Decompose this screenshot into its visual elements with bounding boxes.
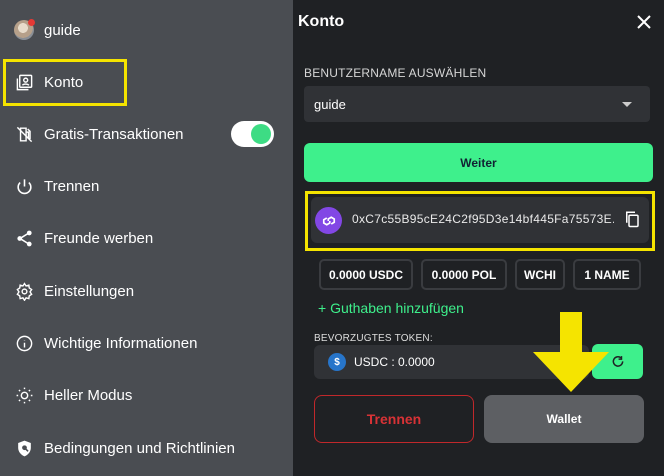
chevron-down-icon	[622, 102, 632, 107]
disconnect-button[interactable]: Trennen	[314, 395, 474, 443]
sidebar-item-einstellungen[interactable]: Einstellungen	[14, 276, 134, 306]
sidebar-item-label: Freunde werben	[44, 229, 154, 247]
panel-title: Konto	[298, 13, 345, 30]
notification-dot	[28, 19, 35, 26]
usdc-icon: $	[328, 353, 346, 371]
sidebar-user[interactable]: guide	[14, 15, 81, 45]
balance-wchi[interactable]: WCHI	[515, 259, 565, 290]
username-select[interactable]: guide	[304, 86, 650, 122]
sun-icon	[14, 385, 34, 405]
sidebar-item-wichtige-informationen[interactable]: Wichtige Informationen	[14, 328, 197, 358]
sidebar-item-label: Gratis-Transaktionen	[44, 125, 184, 143]
wallet-button[interactable]: Wallet	[484, 395, 644, 443]
highlight-konto	[3, 59, 127, 106]
shield-icon	[14, 438, 34, 458]
sidebar-item-trennen[interactable]: Trennen	[14, 171, 99, 201]
add-funds-link[interactable]: + Guthaben hinzufügen	[318, 300, 464, 316]
refresh-icon	[612, 355, 623, 367]
username-select-value: guide	[314, 96, 346, 112]
sidebar-item-label: Trennen	[44, 177, 100, 195]
share-icon	[14, 228, 34, 248]
avatar	[14, 19, 35, 40]
toggle-knob	[251, 124, 271, 144]
gear-icon	[14, 281, 34, 301]
preferred-token-value: USDC : 0.0000	[354, 355, 435, 369]
sidebar-item-label: Wichtige Informationen	[44, 334, 198, 352]
arrow-down-icon	[533, 312, 609, 392]
sidebar-item-gratis-transaktionen[interactable]: Gratis-Transaktionen	[14, 119, 184, 149]
gas-off-icon	[14, 124, 34, 144]
balance-name[interactable]: 1 NAME	[573, 259, 641, 290]
sidebar-item-label: Bedingungen und Richtlinien	[44, 439, 235, 457]
sidebar-username: guide	[44, 21, 81, 39]
sidebar: guide Konto Gratis-Transaktionen Trennen…	[0, 0, 293, 476]
continue-button[interactable]: Weiter	[304, 143, 653, 182]
info-icon	[14, 333, 34, 353]
username-label: BENUTZERNAME AUSWÄHLEN	[304, 66, 487, 80]
sidebar-item-heller-modus[interactable]: Heller Modus	[14, 380, 132, 410]
preferred-token-label: BEVORZUGTES TOKEN:	[314, 333, 433, 344]
highlight-address	[305, 191, 655, 251]
balance-usdc[interactable]: 0.0000 USDC	[319, 259, 413, 290]
close-icon[interactable]	[634, 12, 654, 32]
sidebar-item-label: Heller Modus	[44, 386, 133, 404]
balance-pol[interactable]: 0.0000 POL	[421, 259, 507, 290]
free-transactions-toggle[interactable]	[231, 121, 274, 147]
power-icon	[14, 176, 34, 196]
sidebar-item-freunde-werben[interactable]: Freunde werben	[14, 223, 153, 253]
sidebar-item-bedingungen[interactable]: Bedingungen und Richtlinien	[14, 433, 235, 463]
account-panel: Konto BENUTZERNAME AUSWÄHLEN guide Weite…	[293, 0, 664, 476]
sidebar-item-label: Einstellungen	[44, 282, 135, 300]
